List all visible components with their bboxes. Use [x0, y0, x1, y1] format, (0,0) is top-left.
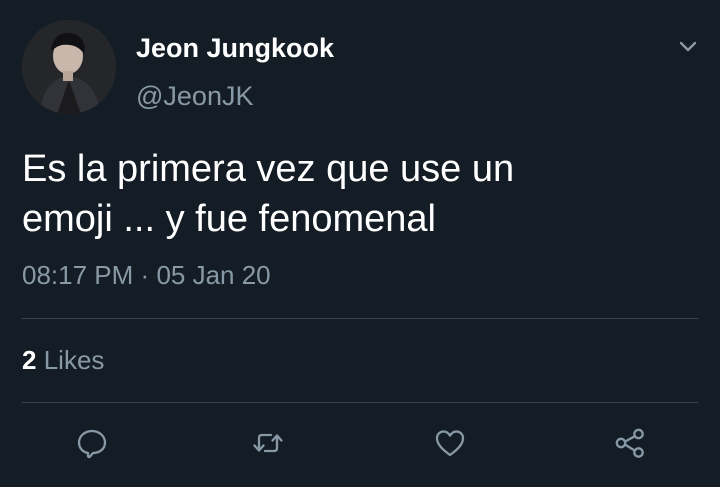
- divider: [22, 318, 698, 319]
- retweet-icon: [253, 433, 283, 453]
- divider: [22, 402, 698, 403]
- timestamp-separator: ·: [140, 260, 150, 290]
- author-display-name[interactable]: Jeon Jungkook: [136, 30, 334, 66]
- tweet-text: Es la primera vez que use un emoji ... y…: [22, 148, 515, 240]
- heart-icon: [435, 430, 465, 457]
- tweet-card: Jeon Jungkook @JeonJK Es la primera vez …: [0, 0, 720, 487]
- likes-label: Likes: [43, 345, 105, 375]
- tweet-actions: [0, 420, 720, 466]
- reply-icon: [77, 429, 107, 459]
- avatar[interactable]: [22, 20, 116, 114]
- chevron-down-icon[interactable]: [674, 32, 702, 60]
- tweet-date: 05 Jan 20: [156, 260, 271, 290]
- share-icon: [615, 428, 644, 458]
- reply-button[interactable]: [72, 420, 112, 466]
- share-button[interactable]: [610, 420, 650, 466]
- retweet-button[interactable]: [248, 420, 288, 466]
- like-button[interactable]: [430, 420, 470, 466]
- likes-stat[interactable]: 2 Likes: [22, 342, 104, 378]
- likes-count: 2: [22, 345, 37, 375]
- profile-photo-icon: [22, 20, 116, 114]
- author-handle[interactable]: @JeonJK: [136, 78, 253, 114]
- tweet-timestamp: 08:17 PM · 05 Jan 20: [22, 257, 271, 293]
- tweet-time: 08:17 PM: [22, 260, 134, 290]
